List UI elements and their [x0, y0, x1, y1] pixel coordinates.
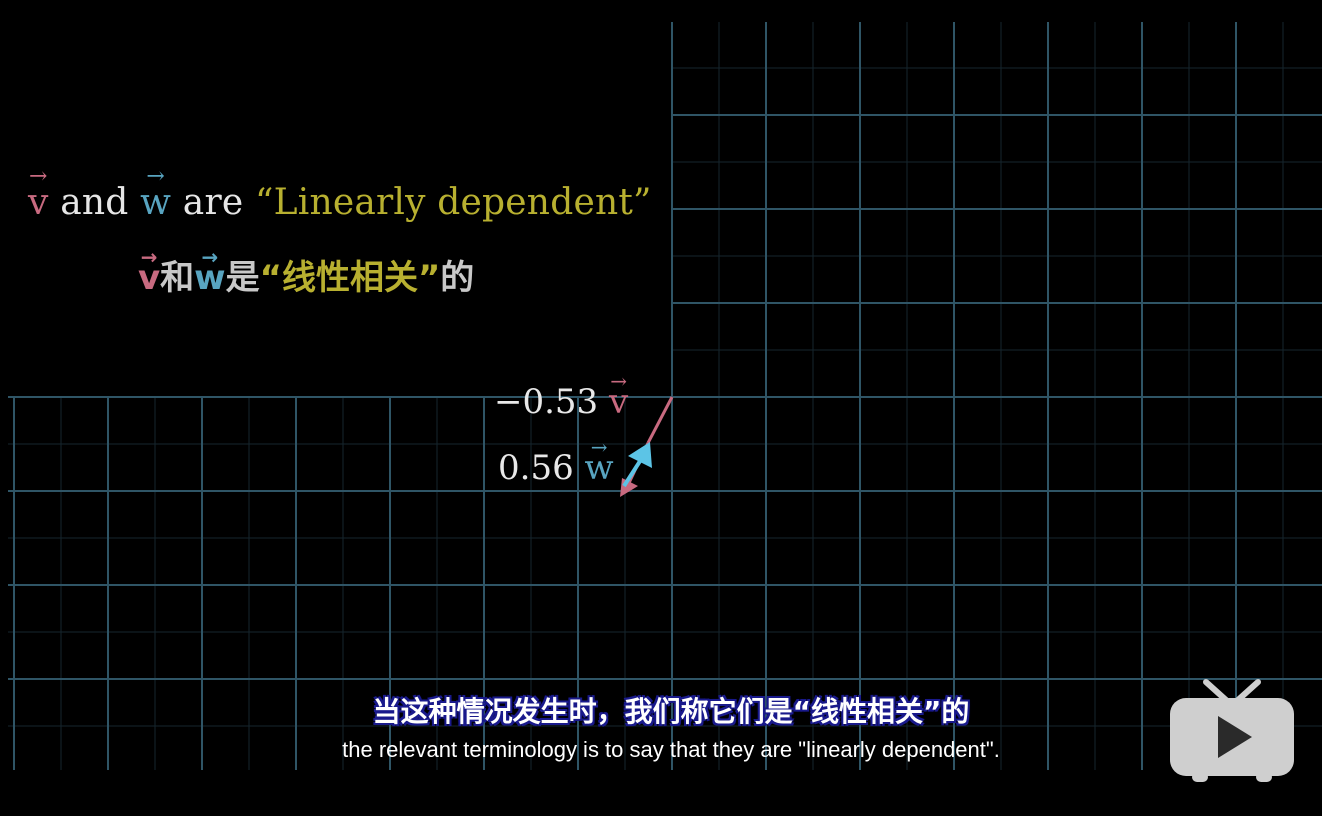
cn-de: 的: [440, 258, 475, 298]
w-symbol-cn: → w: [194, 245, 226, 298]
vector-arrow-icon: →: [140, 245, 158, 269]
vector-arrow-icon: →: [590, 435, 608, 459]
w-coefficient: 0.56 → w: [498, 435, 614, 488]
vector-arrow-icon: →: [28, 164, 48, 189]
vector-arrow-icon: →: [610, 369, 627, 393]
and-word: and: [48, 182, 141, 223]
are-word: are: [171, 182, 256, 223]
v-symbol: → v: [28, 164, 49, 224]
linearly-dependent-phrase: “Linearly dependent”: [255, 182, 652, 223]
video-frame[interactable]: → v and → w are “Linearly dependent” → v和 → w…: [0, 0, 1322, 816]
v-coef-symbol: → v: [609, 369, 629, 422]
english-title: → v and → w are “Linearly dependent”: [28, 164, 652, 224]
tv-play-icon[interactable]: [1168, 676, 1296, 784]
v-symbol-cn: → v: [138, 245, 161, 298]
w-coef-symbol: → w: [584, 435, 614, 488]
cn-linear-phrase: “线性相关”: [259, 258, 441, 298]
v-vector-line: [646, 396, 674, 444]
vector-arrow-icon: →: [146, 164, 165, 189]
grid-lines: [8, 22, 1322, 770]
w-symbol: → w: [140, 164, 172, 224]
cn-he: 和: [160, 258, 195, 298]
vector-arrow-icon: →: [201, 245, 219, 269]
subtitle-english: the relevant terminology is to say that …: [342, 737, 1000, 762]
w-vector-line: [622, 456, 644, 488]
subtitle-chinese: 当这种情况发生时，我们称它们是“线性相关”的: [372, 695, 970, 728]
v-coefficient: −0.53 → v: [494, 369, 629, 422]
cn-shi: 是: [225, 258, 260, 298]
chinese-title: → v和 → w是“线性相关”的: [138, 245, 475, 299]
